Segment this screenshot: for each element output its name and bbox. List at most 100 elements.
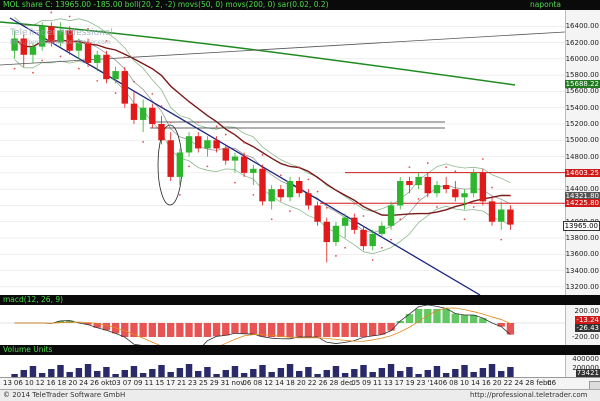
date-label: 14 xyxy=(275,379,284,387)
candle-body xyxy=(452,189,459,198)
macd-bar xyxy=(249,323,257,335)
macd-axis[interactable]: 200.000.00-200.00-13.24-26.43 xyxy=(565,305,600,345)
macd-bar xyxy=(497,323,505,327)
volume-bar xyxy=(250,369,257,377)
macd-chart[interactable] xyxy=(0,305,565,345)
footer-url[interactable]: http://professional.teletrader.com xyxy=(470,390,587,401)
macd-bar xyxy=(313,323,322,337)
date-label: 28 xyxy=(329,379,339,387)
volume-bar xyxy=(259,365,266,377)
sar-dot xyxy=(454,170,457,173)
candle-body xyxy=(112,71,119,80)
candle-body xyxy=(139,107,147,120)
volume-bar xyxy=(387,364,395,377)
candle-body xyxy=(415,176,422,186)
sar-dot xyxy=(32,71,34,74)
volume-bar xyxy=(488,364,496,377)
sar-dot xyxy=(500,238,503,241)
macd-bar xyxy=(433,309,441,323)
price-chart[interactable] xyxy=(0,10,565,295)
date-label: 25 xyxy=(198,379,208,387)
date-label: 31 xyxy=(220,379,230,387)
price-tick: 15600.00 xyxy=(565,87,599,96)
candle-body xyxy=(158,124,165,141)
macd-bar xyxy=(176,323,184,337)
macd-bar xyxy=(341,323,349,337)
sar-dot xyxy=(325,206,328,209)
macd-bar xyxy=(414,309,423,323)
macd-bar xyxy=(460,314,469,323)
macd-pane[interactable] xyxy=(0,305,565,345)
candle-body xyxy=(149,107,156,124)
price-pane[interactable]: TeleTrader Professional http://professio… xyxy=(0,10,565,295)
volume-bar xyxy=(75,368,83,377)
date-label: 13 xyxy=(3,379,12,387)
date-label: 16 xyxy=(46,379,56,387)
sar-dot xyxy=(380,246,383,249)
sar-dot xyxy=(399,218,402,221)
candle-body xyxy=(433,185,441,194)
candle-body xyxy=(231,156,239,161)
date-label: 28 xyxy=(525,379,535,387)
date-label: 19 xyxy=(405,379,415,387)
macd-tag: -13.24 xyxy=(575,316,600,324)
macd-bar xyxy=(442,309,450,323)
volume-axis[interactable]: 400000 200000 73421 xyxy=(565,355,600,377)
date-label: 06 xyxy=(547,379,557,387)
price-tag: 14225.80 xyxy=(564,199,600,208)
date-label: 23 xyxy=(188,379,197,387)
candle-body xyxy=(488,201,496,222)
candle-body xyxy=(296,181,303,194)
candle-body xyxy=(424,176,431,194)
candle-body xyxy=(470,172,477,194)
price-tick: 16200.00 xyxy=(565,38,599,47)
sar-dot xyxy=(371,259,374,261)
price-tick: 16400.00 xyxy=(565,22,599,31)
header-title: MOL share C: 13965.00 -185.00 boll(20, 2… xyxy=(3,0,329,9)
date-label: 05 xyxy=(351,379,361,387)
candle-body xyxy=(250,168,257,173)
sar-dot xyxy=(96,79,99,82)
date-label: 20 xyxy=(68,379,78,387)
macd-bar xyxy=(479,318,487,323)
macd-bar xyxy=(387,323,395,331)
date-label: 20 xyxy=(296,379,306,387)
sar-dot xyxy=(491,186,493,189)
candle-body xyxy=(94,54,101,63)
sar-dot xyxy=(316,190,319,193)
price-tick: 14800.00 xyxy=(565,152,599,161)
macd-tick: -200.00 xyxy=(571,333,599,341)
volume-bar xyxy=(360,365,367,377)
candle-body xyxy=(259,168,266,202)
volume-chart[interactable] xyxy=(0,355,565,377)
candle-body xyxy=(442,185,450,190)
date-label: 18 xyxy=(57,379,67,387)
price-tag: 14321.80 xyxy=(564,191,600,200)
sar-dot xyxy=(270,218,273,221)
sar-dot xyxy=(160,105,163,107)
volume-title: Volume Units xyxy=(3,345,53,354)
sar-dot xyxy=(13,67,16,70)
footer: © 2014 TeleTrader Software GmbH http://p… xyxy=(0,389,600,401)
candle-body xyxy=(185,136,193,153)
interval-label[interactable]: napontа xyxy=(530,0,561,10)
candle-body xyxy=(397,181,404,206)
date-label: 26 xyxy=(318,379,328,387)
copyright-text: © 2014 TeleTrader Software GmbH xyxy=(3,391,126,399)
volume-header: Volume Units xyxy=(0,345,600,355)
sar-dot xyxy=(142,141,145,143)
date-label: 21 xyxy=(177,379,187,387)
volume-bar xyxy=(305,367,312,377)
volume-bar xyxy=(351,369,358,377)
date-label: 16 xyxy=(481,379,491,387)
macd-bar xyxy=(148,323,156,337)
sar-dot xyxy=(298,166,301,169)
sar-dot xyxy=(59,55,62,58)
price-axis[interactable]: 16400.00 16200.00 16000.00 15800.00 15600.00… xyxy=(562,10,600,295)
date-label: 22 xyxy=(503,379,513,387)
sar-dot xyxy=(224,133,227,136)
macd-bar xyxy=(378,323,386,335)
candle-body xyxy=(507,209,514,225)
volume-pane[interactable] xyxy=(0,355,565,377)
volume-bar xyxy=(29,366,37,377)
